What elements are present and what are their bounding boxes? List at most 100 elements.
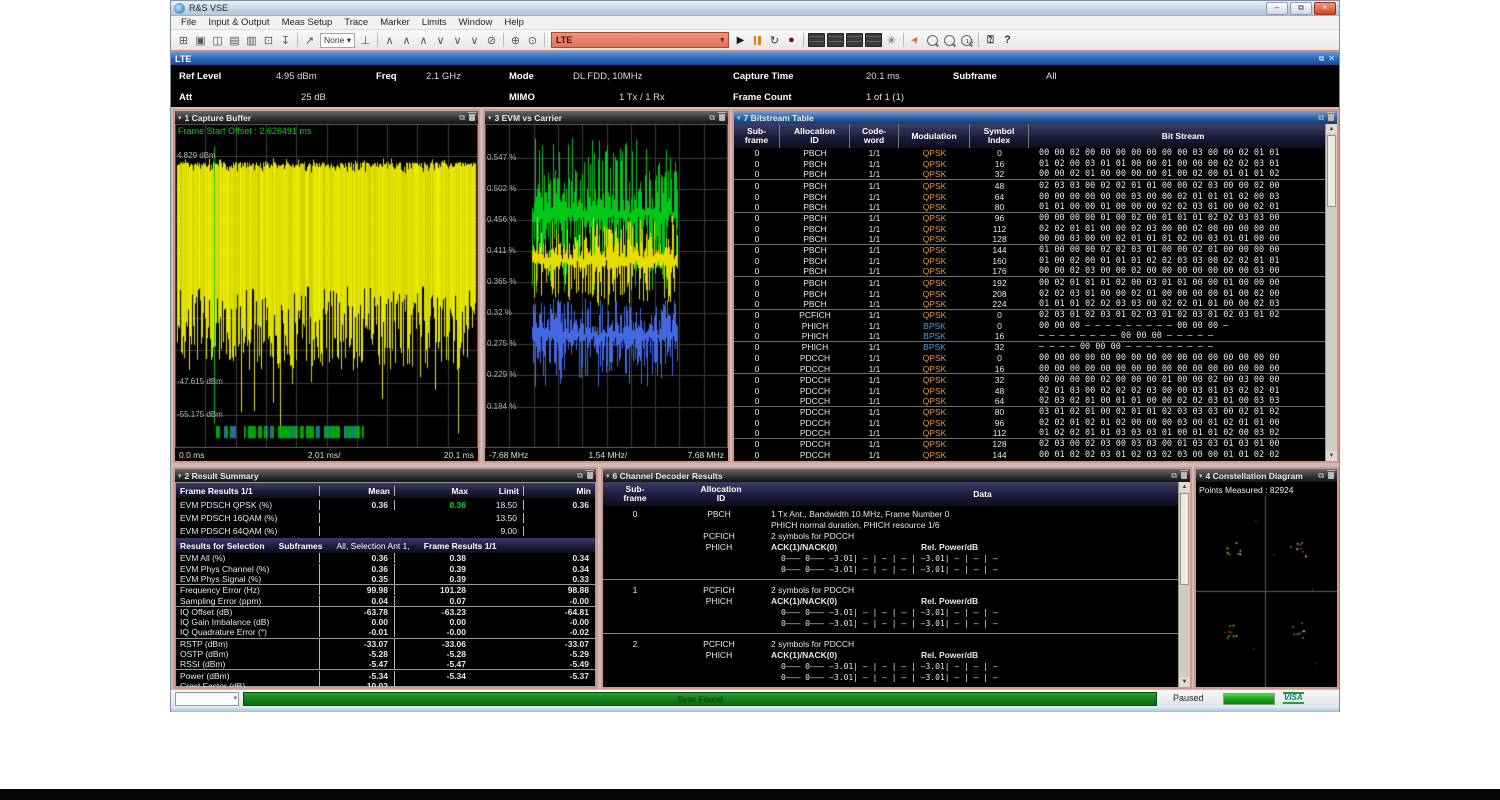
menu-window[interactable]: Window [453,17,499,28]
channel-param-ref-level[interactable]: Ref Level4.95 dBm [179,71,221,82]
bitstream-row[interactable]: 0PBCH1/1QPSK17600 00 02 03 00 00 02 00 0… [734,267,1326,278]
bitstream-row[interactable]: 0PBCH1/1QPSK14401 00 00 00 02 02 03 01 0… [734,245,1326,256]
bitstream-row[interactable]: 0PDCCH1/1QPSK8003 01 02 01 00 02 01 01 0… [734,407,1326,418]
next-peak-right-icon[interactable]: ∧ [415,32,432,48]
report-icon[interactable]: ▤ [226,32,243,48]
panel-menu-icon[interactable]: ▾ [1199,472,1203,480]
menu-marker[interactable]: Marker [374,17,416,28]
close-button[interactable]: × [1314,2,1336,15]
bitstream-row[interactable]: 0PDCCH1/1QPSK11201 02 02 01 01 03 03 03 … [734,428,1326,439]
scroll-down-icon[interactable]: ▼ [1179,677,1190,687]
save-icon[interactable]: ▣ [192,32,209,48]
bitstream-row[interactable]: 0PDCCH1/1QPSK4802 01 03 00 02 02 02 03 0… [734,385,1326,396]
bitstream-row[interactable]: 0PDCCH1/1QPSK6402 03 02 01 00 01 01 00 0… [734,396,1326,407]
bitstream-row[interactable]: 0PDCCH1/1QPSK1600 00 00 00 00 00 00 00 0… [734,364,1326,375]
marker-zoom-icon[interactable]: ⊕ [507,32,524,48]
evm-titlebar[interactable]: ▾ 3 EVM vs Carrier ⧉ [485,111,728,124]
auto-all-button[interactable] [865,33,882,47]
record-button[interactable]: ● [783,32,800,48]
undock-icon[interactable]: ⧉ [1318,113,1324,123]
next-peak-left-icon[interactable]: ∧ [398,32,415,48]
bitstream-row[interactable]: 0PBCH1/1QPSK3200 00 02 01 00 00 00 00 01… [734,170,1326,181]
bitstream-row[interactable]: 0PDCCH1/1QPSK12802 03 00 02 03 00 03 03 … [734,439,1326,450]
channel-param-capture-time[interactable]: Capture Time20.1 ms [733,71,794,82]
channel-param-att[interactable]: Att25 dB [179,92,192,103]
delete-panel-icon[interactable] [1328,114,1334,121]
auto-range-button[interactable] [827,33,844,47]
scroll-down-icon[interactable]: ▼ [1326,451,1337,461]
bitstream-row[interactable]: 0PBCH1/1QPSK4802 03 03 00 02 02 01 01 00… [734,180,1326,191]
menu-help[interactable]: Help [498,17,530,28]
channel-param-mode[interactable]: ModeDL FDD, 10MHz [509,71,534,82]
menu-file[interactable]: File [175,17,202,28]
peak-search-icon[interactable]: ∧ [381,32,398,48]
undock-icon[interactable]: ⧉ [459,113,465,123]
auto-level-button[interactable] [808,33,825,47]
panel-menu-icon[interactable]: ▾ [178,114,182,122]
bitstream-row[interactable]: 0PBCH1/1QPSK1601 02 00 03 01 01 00 00 01… [734,159,1326,170]
vertical-scrollbar[interactable]: ▲ ▼ [1178,482,1190,687]
delete-panel-icon[interactable] [719,114,725,121]
undock-icon[interactable]: ⧉ [709,113,715,123]
status-combo[interactable] [175,692,239,706]
capture-buffer-titlebar[interactable]: ▾ 1 Capture Buffer ⧉ [175,111,478,124]
display-layout-icon[interactable]: ⊞ [175,32,192,48]
export-icon[interactable]: ▥ [243,32,260,48]
help-icon[interactable]: ? [999,32,1016,48]
channel-select-dropdown[interactable]: LTE ▾ [551,32,729,48]
min-search-icon[interactable]: ∨ [432,32,449,48]
bitstream-row[interactable]: 0PBCH1/1QPSK22401 01 01 02 02 03 03 00 0… [734,299,1326,310]
bitstream-row[interactable]: 0PDCCH1/1QPSK14400 01 02 02 03 01 02 03 … [734,450,1326,461]
open-icon[interactable]: ◫ [209,32,226,48]
bitstream-row[interactable]: 0PDCCH1/1QPSK000 00 00 00 00 00 00 00 00… [734,353,1326,364]
channel-param-frame-count[interactable]: Frame Count1 of 1 (1) [733,92,792,103]
marker-icon[interactable]: ↗ [301,32,318,48]
bitstream-row[interactable]: 0PDCCH1/1QPSK9602 02 01 02 01 02 00 00 0… [734,418,1326,429]
next-min-left-icon[interactable]: ∨ [449,32,466,48]
bitstream-row[interactable]: 0PBCH1/1QPSK6400 00 00 00 00 00 03 00 00… [734,191,1326,202]
marker-to-trace-icon[interactable]: ⊥ [357,32,374,48]
bitstream-row[interactable]: 0PBCH1/1QPSK000 00 02 00 00 00 00 00 00 … [734,148,1326,159]
run-single-button[interactable]: ▶ [732,32,749,48]
bitstream-row[interactable]: 0PHICH1/1BPSK32— — — — 00 00 00 — — — — … [734,342,1326,353]
scrollbar-thumb[interactable] [1327,135,1336,207]
pause-button[interactable] [749,32,766,48]
channel-param-subframe[interactable]: SubframeAll [953,71,997,82]
panel-menu-icon[interactable]: ▾ [178,472,182,480]
result-summary-titlebar[interactable]: ▾ 2 Result Summary ⧉ [175,469,596,482]
restore-button[interactable]: ⧉ [1290,2,1312,15]
print-icon[interactable]: ⊡ [260,32,277,48]
context-help-icon[interactable]: ⍰ [982,32,999,48]
trace-select-dropdown[interactable]: None ▾ [320,33,355,48]
bitstream-row[interactable]: 0PBCH1/1QPSK12800 00 03 00 00 02 01 01 0… [734,234,1326,245]
undock-icon[interactable]: ⧉ [577,471,583,481]
delete-panel-icon[interactable] [1181,472,1187,479]
bitstream-row[interactable]: 0PBCH1/1QPSK16001 00 02 00 01 01 01 02 0… [734,256,1326,267]
channel-tab-bar[interactable]: LTE ⧉ ✕ [171,52,1339,65]
channel-param-freq[interactable]: Freq2.1 GHz [376,71,397,82]
vertical-scrollbar[interactable]: ▲ ▼ [1325,124,1337,461]
menu-trace[interactable]: Trace [338,17,374,28]
bitstream-row[interactable]: 0PHICH1/1BPSK16— — — — — — — — 00 00 00 … [734,331,1326,342]
bitstream-row[interactable]: 0PBCH1/1QPSK19200 02 01 01 01 02 00 03 0… [734,277,1326,288]
minimize-button[interactable]: – [1266,2,1288,15]
menu-limits[interactable]: Limits [416,17,453,28]
zoom-selection-icon[interactable] [941,32,958,48]
marker-off-icon[interactable]: ⊘ [483,32,500,48]
bitstream-row[interactable]: 0PBCH1/1QPSK9600 00 00 00 01 00 02 00 01… [734,213,1326,224]
menu-meas-setup[interactable]: Meas Setup [276,17,339,28]
undock-icon[interactable]: ⧉ [1318,471,1324,481]
scroll-up-icon[interactable]: ▲ [1179,482,1190,492]
screenshot-icon[interactable]: ↧ [277,32,294,48]
zoom-reset-icon[interactable]: 1:1 [958,32,975,48]
channel-decoder-titlebar[interactable]: ▾ 6 Channel Decoder Results ⧉ [603,469,1190,482]
bitstream-row[interactable]: 0PDCCH1/1QPSK3200 00 00 00 02 00 00 00 0… [734,374,1326,385]
bitstream-titlebar[interactable]: ▾ 7 Bitstream Table ⧉ [734,111,1337,124]
delete-panel-icon[interactable] [469,114,475,121]
bitstream-row[interactable]: 0PBCH1/1QPSK11202 02 01 01 00 00 02 03 0… [734,223,1326,234]
bitstream-row[interactable]: 0PBCH1/1QPSK8001 01 00 00 01 00 00 00 02… [734,202,1326,213]
undock-channel-icon[interactable]: ⧉ [1319,54,1325,64]
panel-menu-icon[interactable]: ▾ [488,114,492,122]
run-continuous-button[interactable]: ↻ [766,32,783,48]
auto-scale-button[interactable] [846,33,863,47]
